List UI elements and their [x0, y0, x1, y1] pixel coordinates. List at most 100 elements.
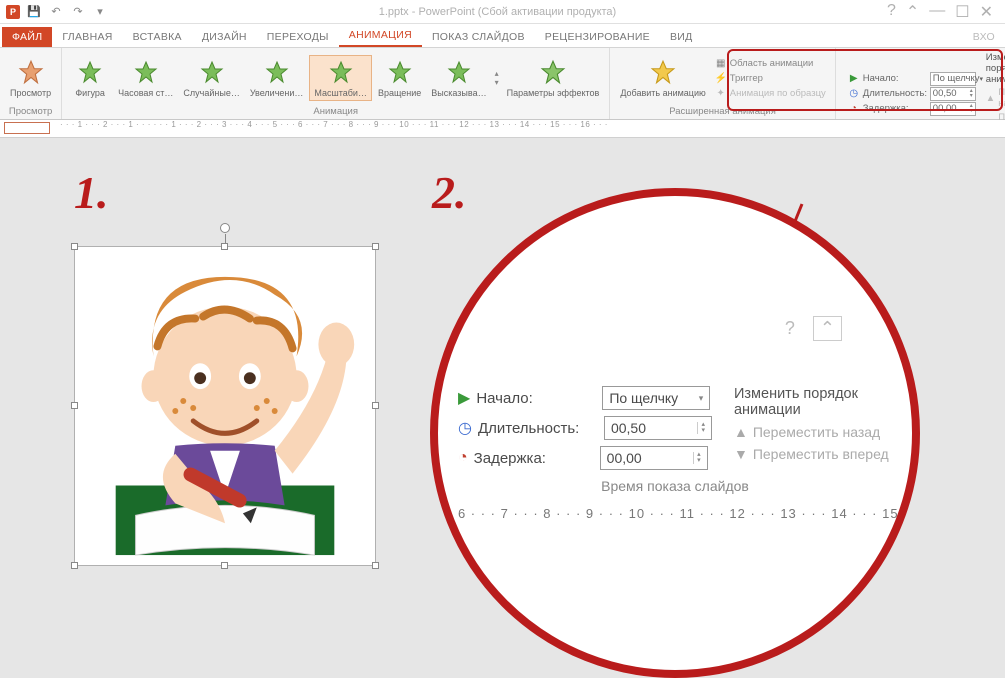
- ribbon-group-advanced: Добавить анимацию ▦Область анимации ⚡Три…: [610, 48, 835, 119]
- spinner-icon[interactable]: ▴▾: [697, 422, 705, 434]
- cartoon-boy-image: [75, 247, 375, 565]
- effect-bounce[interactable]: Высказыва…: [427, 56, 490, 100]
- help-icon[interactable]: ?: [887, 2, 896, 22]
- zoom-duration-input[interactable]: 00,50▴▾: [604, 416, 712, 440]
- resize-handle-ml[interactable]: [71, 402, 78, 409]
- preview-button[interactable]: Просмотр: [6, 56, 55, 100]
- zoom-group-label: Время показа слайдов: [458, 478, 892, 494]
- effect-label: Вращение: [378, 88, 421, 98]
- timer-icon: ◔: [458, 449, 468, 467]
- resize-handle-bl[interactable]: [71, 562, 78, 569]
- spinner-icon[interactable]: ▴▾: [970, 104, 973, 114]
- group-label-animation: Анимация: [68, 106, 603, 119]
- slide-thumbnail[interactable]: [4, 122, 50, 134]
- undo-icon[interactable]: ↶: [48, 4, 64, 20]
- zoom-ruler: · 6 · · · 7 · · · 8 · · · 9 · · · 10 · ·…: [448, 506, 902, 521]
- star-icon: [198, 58, 226, 86]
- effect-shape[interactable]: Фигура: [68, 56, 112, 100]
- resize-handle-mr[interactable]: [372, 402, 379, 409]
- zoom-timing-panel: ▶ Начало: По щелчку▾ ◷ Длительность: 00,…: [458, 386, 892, 470]
- preview-label: Просмотр: [10, 88, 51, 98]
- zoom-callout-circle: ? ⌃ ▶ Начало: По щелчку▾ ◷ Длительность:…: [430, 188, 920, 678]
- tab-file[interactable]: ФАЙЛ: [2, 27, 52, 47]
- zoom-start-value: По щелчку: [609, 390, 678, 406]
- rotation-handle[interactable]: [220, 223, 230, 233]
- delay-input[interactable]: 00,00▴▾: [930, 102, 976, 116]
- preview-star-icon: [17, 58, 45, 86]
- add-animation-button[interactable]: Добавить анимацию: [616, 56, 709, 100]
- redo-icon[interactable]: ↷: [70, 4, 86, 20]
- gallery-more-icon[interactable]: ▴▾: [493, 69, 501, 87]
- help-icon[interactable]: ?: [785, 318, 795, 339]
- resize-handle-bm[interactable]: [221, 562, 228, 569]
- ribbon-collapse-icon[interactable]: ⌃: [906, 2, 919, 22]
- effect-options-icon: [539, 58, 567, 86]
- zoom-delay-input[interactable]: 00,00 ▴▾: [600, 446, 708, 470]
- resize-handle-br[interactable]: [372, 562, 379, 569]
- zoom-move-later[interactable]: ▼ Переместить вперед: [734, 446, 892, 462]
- qat-customize-icon[interactable]: ▾: [92, 4, 108, 20]
- effect-zoom[interactable]: Масштаби…: [309, 55, 372, 101]
- effect-label: Высказыва…: [431, 88, 486, 98]
- quick-access-toolbar: P 💾 ↶ ↷ ▾ 1.pptx - PowerPoint (Сбой акти…: [0, 0, 1005, 24]
- effect-label: Масштаби…: [314, 88, 367, 98]
- tab-view[interactable]: ВИД: [660, 27, 703, 47]
- zoom-duration-row: ◷ Длительность: 00,50▴▾: [458, 416, 712, 440]
- effect-options-button[interactable]: Параметры эффектов: [503, 56, 604, 100]
- close-icon[interactable]: ✕: [980, 2, 993, 22]
- zoom-move-later-label: Переместить вперед: [753, 446, 889, 462]
- resize-handle-tm[interactable]: [221, 243, 228, 250]
- spinner-icon[interactable]: ▴▾: [693, 452, 701, 464]
- effect-random[interactable]: Случайные…: [179, 56, 243, 100]
- tab-transitions[interactable]: ПЕРЕХОДЫ: [257, 27, 339, 47]
- tab-home[interactable]: ГЛАВНАЯ: [52, 27, 122, 47]
- zoom-move-earlier-label: Переместить назад: [753, 424, 880, 440]
- zoom-reorder-title: Изменить порядок анимации: [734, 386, 892, 418]
- tab-animations[interactable]: АНИМАЦИЯ: [339, 25, 422, 47]
- duration-input[interactable]: 00,50▴▾: [930, 87, 976, 101]
- ribbon: Просмотр Просмотр Фигура Часовая ст… Слу…: [0, 48, 1005, 120]
- effect-wheel[interactable]: Часовая ст…: [114, 56, 177, 100]
- resize-handle-tl[interactable]: [71, 243, 78, 250]
- painter-label: Анимация по образцу: [730, 88, 826, 99]
- tab-design[interactable]: ДИЗАЙН: [192, 27, 257, 47]
- group-label-advanced: Расширенная анимация: [616, 106, 828, 119]
- effect-grow[interactable]: Увеличени…: [246, 56, 308, 100]
- minimize-icon[interactable]: —: [929, 2, 945, 22]
- ribbon-display-icon[interactable]: ⌃: [813, 316, 842, 341]
- effect-swivel[interactable]: Вращение: [374, 56, 425, 100]
- duration-label: Длительность:: [863, 88, 927, 99]
- zoom-move-earlier[interactable]: ▲Переместить назад: [734, 424, 892, 440]
- effect-label: Увеличени…: [250, 88, 304, 98]
- zoom-header-icons: ? ⌃: [785, 316, 842, 341]
- spinner-icon[interactable]: ▴▾: [970, 89, 973, 99]
- ribbon-group-timing: ▶Начало:По щелчку▾ ◷Длительность:00,50▴▾…: [836, 48, 1005, 119]
- maximize-icon[interactable]: ☐: [955, 2, 969, 22]
- add-animation-label: Добавить анимацию: [620, 88, 705, 98]
- zoom-start-row: ▶ Начало: По щелчку▾: [458, 386, 712, 410]
- effect-options-label: Параметры эффектов: [507, 88, 600, 98]
- star-icon: [76, 58, 104, 86]
- animation-pane-button[interactable]: ▦Область анимации: [712, 56, 829, 70]
- zoom-delay-value: 00,00: [607, 450, 642, 466]
- tab-review[interactable]: РЕЦЕНЗИРОВАНИЕ: [535, 27, 660, 47]
- zoom-delay-row: ◔ Задержка: 00,00▴▾: [458, 446, 712, 470]
- move-earlier-button[interactable]: ▲Переместить назад: [986, 86, 1005, 110]
- down-triangle-icon: ▼: [734, 446, 748, 462]
- trigger-button[interactable]: ⚡Триггер: [712, 71, 829, 85]
- tab-insert[interactable]: ВСТАВКА: [123, 27, 192, 47]
- zoom-start-label: Начало:: [476, 390, 596, 407]
- sign-in[interactable]: Вхо: [963, 27, 1005, 47]
- slide-canvas: 1. 2.: [0, 138, 1005, 671]
- selected-image[interactable]: [74, 246, 376, 566]
- resize-handle-tr[interactable]: [372, 243, 379, 250]
- start-label: Начало:: [863, 73, 927, 84]
- save-icon[interactable]: 💾: [26, 4, 42, 20]
- zoom-start-dropdown[interactable]: По щелчку▾: [602, 386, 710, 410]
- clock-icon: ◷: [848, 88, 860, 100]
- tab-slideshow[interactable]: ПОКАЗ СЛАЙДОВ: [422, 27, 535, 47]
- callout-number-1: 1.: [74, 166, 109, 219]
- ribbon-tabs: ФАЙЛ ГЛАВНАЯ ВСТАВКА ДИЗАЙН ПЕРЕХОДЫ АНИ…: [0, 24, 1005, 48]
- callout-number-2: 2.: [432, 166, 467, 219]
- start-dropdown[interactable]: По щелчку▾: [930, 72, 976, 86]
